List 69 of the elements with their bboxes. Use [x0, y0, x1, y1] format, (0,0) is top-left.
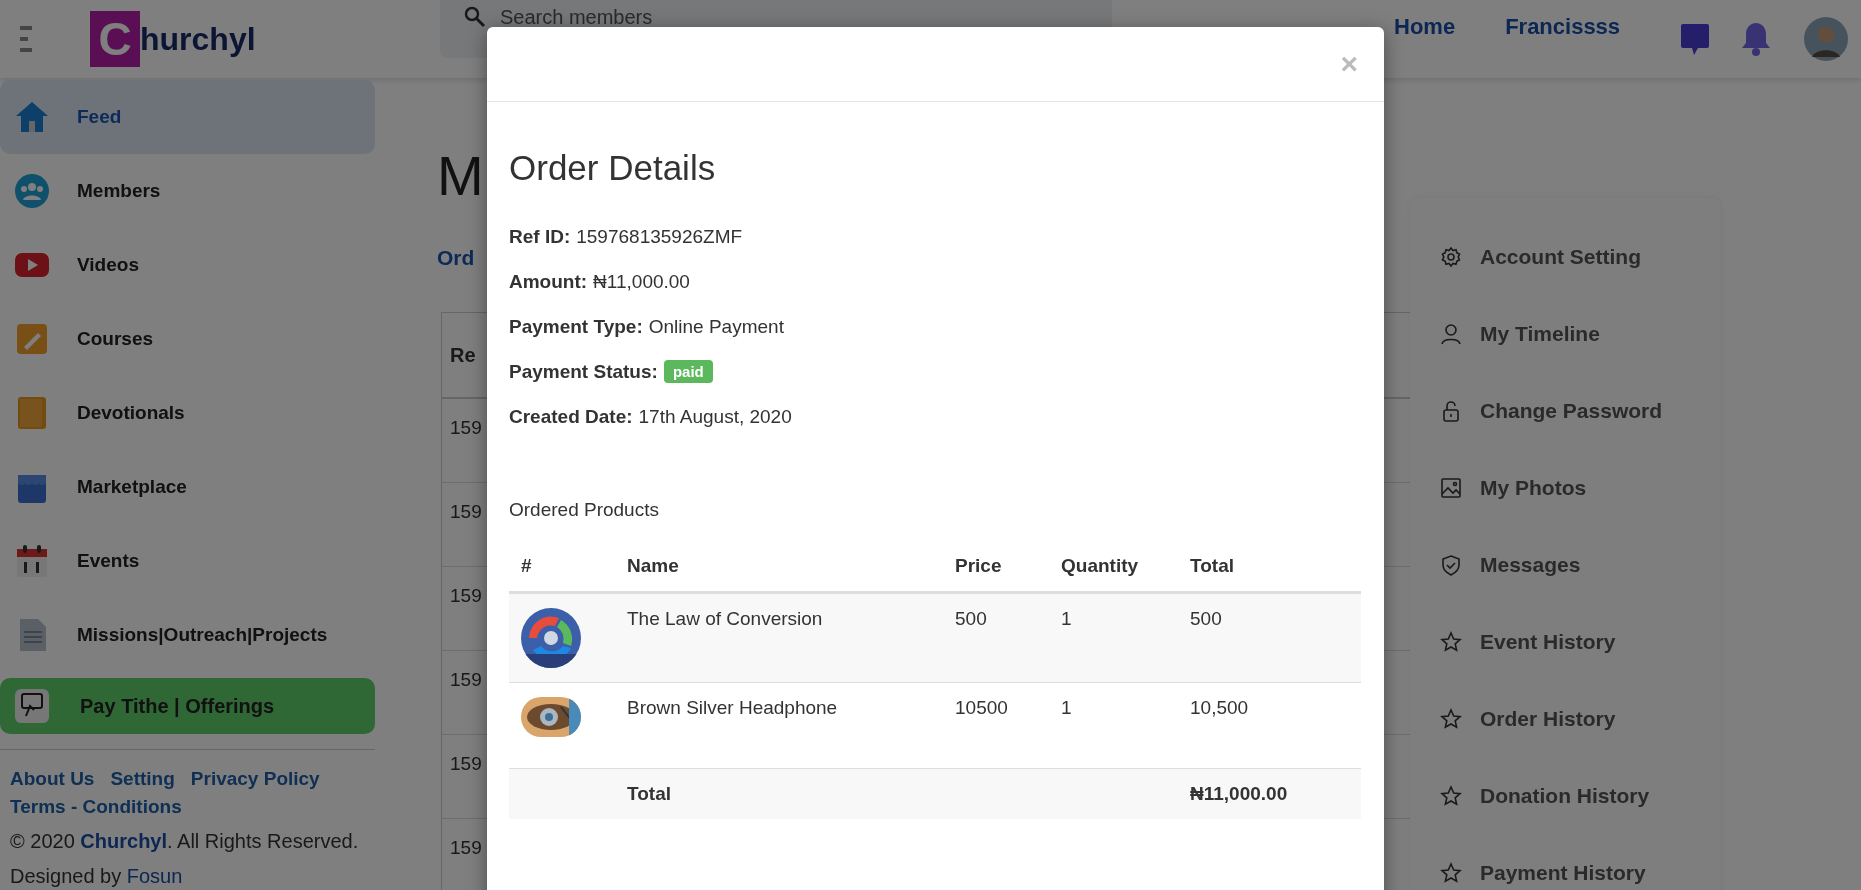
field-label: Amount: — [509, 270, 588, 293]
lock-icon — [1440, 399, 1462, 422]
table-cell: The Law of Conversion — [615, 592, 943, 683]
home-icon — [14, 99, 50, 135]
footer-link[interactable]: Setting — [110, 768, 175, 790]
menu-item[interactable]: My Timeline — [1410, 295, 1720, 372]
credit-text: Designed by Fosun — [10, 865, 184, 888]
shield-icon — [1440, 553, 1462, 576]
status-badge: paid — [663, 360, 713, 383]
star-icon — [1440, 630, 1462, 653]
section-heading: Ordered Products — [509, 499, 660, 521]
star-icon — [1440, 861, 1462, 884]
page-title: M — [437, 146, 484, 206]
logo-text[interactable]: hurchyl — [140, 20, 256, 58]
field-label: Payment Status: — [509, 360, 658, 383]
field-value: ₦11,000.00 — [593, 270, 690, 293]
total-label: Total — [615, 768, 943, 819]
field-label: Created Date: — [509, 405, 633, 428]
menu-item[interactable]: My Photos — [1410, 449, 1720, 526]
sidebar-item[interactable]: Marketplace — [0, 450, 375, 524]
members-icon — [14, 173, 50, 209]
logo-mark[interactable]: C — [90, 11, 140, 67]
field-value: 159768135926ZMF — [576, 225, 743, 248]
field-value: Online Payment — [648, 315, 784, 338]
field-label: Payment Type: — [509, 315, 643, 338]
sidebar-item[interactable]: Feed — [0, 80, 375, 154]
table-cell: 500 — [943, 592, 1049, 683]
sidebar-item[interactable]: Members — [0, 154, 375, 228]
menu-item[interactable]: Change Password — [1410, 372, 1720, 449]
sidebar-item[interactable]: Videos — [0, 228, 375, 302]
pay-icon — [14, 688, 50, 724]
menu-item[interactable]: Account Setting — [1410, 218, 1720, 295]
footer-link[interactable]: Privacy Policy — [190, 768, 320, 790]
person-icon — [1440, 322, 1462, 345]
course-icon — [14, 321, 50, 357]
dialog-title: Order Details — [509, 148, 717, 188]
field-label: Ref ID: — [509, 225, 571, 248]
star-icon — [1440, 707, 1462, 730]
sidebar-item[interactable]: Courses — [0, 302, 375, 376]
copyright-text: © 2020 Churchyl. All Rights Reserved. — [10, 830, 360, 853]
close-button[interactable]: × — [1336, 47, 1362, 81]
menu-icon[interactable] — [20, 26, 32, 52]
sidebar-item[interactable]: Devotionals — [0, 376, 375, 450]
gear-icon — [1440, 245, 1462, 268]
table-cell: 500 — [1178, 592, 1361, 683]
star-icon — [1440, 784, 1462, 807]
pay-button[interactable]: Pay Tithe | Offerings — [0, 678, 375, 734]
chat-icon[interactable] — [1680, 22, 1711, 56]
footer-link[interactable]: About Us — [10, 768, 95, 790]
field-value: 17th August, 2020 — [638, 405, 792, 428]
table-cell: 1 — [1049, 592, 1178, 683]
menu-item[interactable]: Donation History — [1410, 757, 1720, 834]
calendar-icon — [14, 543, 50, 579]
menu-item[interactable]: Order History — [1410, 680, 1720, 757]
menu-item[interactable]: Event History — [1410, 603, 1720, 680]
avatar[interactable] — [1804, 17, 1849, 61]
image-icon — [1440, 476, 1462, 499]
nav-link[interactable]: Home — [1394, 14, 1456, 40]
search-icon — [464, 6, 486, 28]
sidebar-item[interactable]: Events — [0, 524, 375, 598]
designer-link[interactable]: Fosun — [126, 865, 183, 887]
bell-icon[interactable] — [1740, 21, 1773, 57]
footer-link[interactable]: Terms - Conditions — [10, 796, 182, 818]
menu-item[interactable]: Payment History — [1410, 834, 1720, 890]
menu-item[interactable]: Messages — [1410, 526, 1720, 603]
sidebar-item[interactable]: Missions|Outreach|Projects — [0, 598, 375, 672]
total-value: ₦11,000.00 — [1178, 768, 1361, 819]
nav-link[interactable]: Francissss — [1505, 14, 1621, 40]
brand-link[interactable]: Churchyl — [80, 830, 168, 852]
